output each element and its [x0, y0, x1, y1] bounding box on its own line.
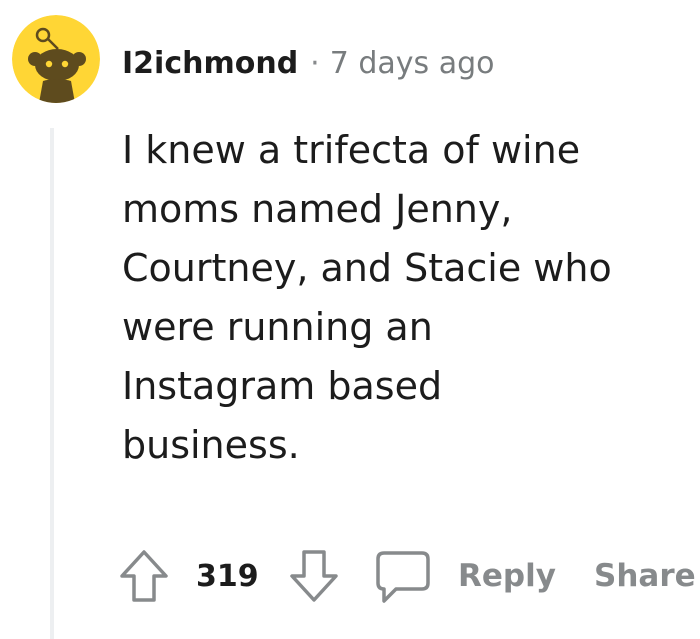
thread-line[interactable]: [50, 128, 54, 639]
meta-separator: ·: [310, 45, 320, 81]
comment-meta: I2ichmond · 7 days ago: [122, 40, 494, 86]
comment-body-line: Instagram based: [122, 364, 443, 408]
arrow-up-icon: [120, 550, 168, 602]
comment-body-line: were running an: [122, 305, 433, 349]
comment-body-line: business.: [122, 423, 300, 467]
comment-body-line: Courtney, and Stacie who: [122, 246, 612, 290]
upvote-button[interactable]: [118, 544, 170, 608]
share-button[interactable]: Share: [594, 544, 696, 608]
reply-button[interactable]: Reply: [374, 544, 556, 608]
comment: I2ichmond · 7 days ago I knew a trifecta…: [0, 0, 700, 639]
timestamp[interactable]: 7 days ago: [330, 46, 495, 81]
comment-actions: 319 Reply Share: [118, 544, 700, 608]
share-label: Share: [594, 558, 696, 594]
downvote-button[interactable]: [286, 544, 342, 608]
arrow-down-icon: [290, 550, 338, 602]
speech-bubble-icon: [376, 551, 430, 603]
comment-body: I knew a trifecta of wine moms named Jen…: [122, 121, 682, 475]
reply-label: Reply: [458, 558, 556, 594]
comment-body-line: moms named Jenny,: [122, 187, 513, 231]
avatar[interactable]: [12, 15, 100, 103]
username[interactable]: I2ichmond: [122, 46, 298, 81]
snoo-avatar-icon: [12, 15, 100, 103]
comment-body-line: I knew a trifecta of wine: [122, 128, 581, 172]
vote-score: 319: [196, 558, 259, 594]
